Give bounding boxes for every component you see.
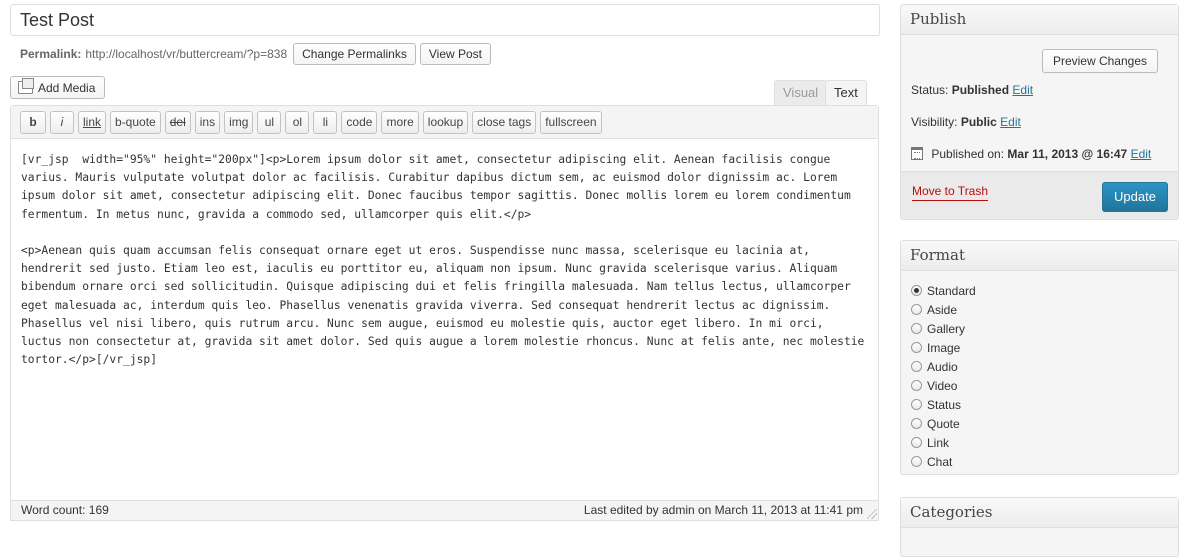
- change-permalinks-button[interactable]: Change Permalinks: [293, 43, 416, 65]
- qt-img-button[interactable]: img: [224, 110, 254, 134]
- qt-link-button[interactable]: link: [78, 110, 107, 134]
- status-edit-link[interactable]: Edit: [1012, 83, 1033, 97]
- status-label: Status:: [911, 83, 949, 97]
- qt-close-tags-button[interactable]: close tags: [472, 110, 537, 134]
- format-option-status[interactable]: Status: [911, 395, 976, 414]
- format-option-chat[interactable]: Chat: [911, 452, 976, 471]
- format-option-label: Quote: [927, 416, 960, 431]
- format-box: Format Standard Aside Gallery Image Audi…: [900, 240, 1179, 475]
- visibility-value: Public: [960, 115, 997, 129]
- format-option-video[interactable]: Video: [911, 376, 976, 395]
- categories-box-title[interactable]: Categories: [901, 498, 1178, 528]
- format-option-label: Video: [927, 378, 958, 393]
- publish-box-title[interactable]: Publish: [901, 5, 1178, 35]
- qt-ul-button[interactable]: ul: [257, 110, 282, 134]
- view-post-button[interactable]: View Post: [419, 43, 491, 65]
- format-option-label: Status: [927, 397, 962, 412]
- format-box-title[interactable]: Format: [901, 241, 1178, 271]
- published-on-label: Published on:: [931, 147, 1005, 161]
- calendar-icon: [911, 147, 923, 160]
- format-option-label: Audio: [927, 359, 958, 374]
- word-count: Word count: 169: [21, 503, 109, 517]
- visibility-edit-link[interactable]: Edit: [1000, 115, 1021, 129]
- add-media-button[interactable]: Add Media: [10, 76, 106, 99]
- published-on-edit-link[interactable]: Edit: [1131, 147, 1152, 161]
- media-icon: [18, 78, 34, 94]
- radio-icon[interactable]: [911, 361, 922, 372]
- qt-bold-button[interactable]: b: [20, 110, 46, 134]
- preview-changes-button[interactable]: Preview Changes: [1041, 49, 1158, 73]
- qt-blockquote-button[interactable]: b-quote: [110, 110, 161, 134]
- format-option-link[interactable]: Link: [911, 433, 976, 452]
- qt-ins-button[interactable]: ins: [194, 110, 221, 134]
- permalink-row: Permalink: http://localhost/vr/buttercre…: [20, 43, 491, 65]
- format-option-standard[interactable]: Standard: [911, 281, 976, 300]
- format-option-label: Image: [927, 340, 961, 355]
- post-content-textarea[interactable]: [vr_jsp width="95%" height="200px"]<p>Lo…: [21, 151, 871, 369]
- update-button[interactable]: Update: [1102, 182, 1168, 212]
- categories-box: Categories: [900, 497, 1179, 557]
- radio-icon[interactable]: [911, 456, 922, 467]
- last-edited: Last edited by admin on March 11, 2013 a…: [583, 503, 863, 517]
- editor-status-bar: Word count: 169 Last edited by admin on …: [10, 500, 879, 521]
- post-status-row: Status: Published Edit: [911, 83, 1033, 97]
- format-option-gallery[interactable]: Gallery: [911, 319, 976, 338]
- resize-handle-icon[interactable]: [867, 509, 877, 519]
- radio-icon[interactable]: [911, 342, 922, 353]
- visibility-label: Visibility:: [911, 115, 958, 129]
- published-on-value: Mar 11, 2013 @ 16:47: [1007, 147, 1128, 161]
- post-title-input[interactable]: Test Post: [10, 4, 880, 36]
- format-option-label: Chat: [927, 454, 953, 469]
- format-option-image[interactable]: Image: [911, 338, 976, 357]
- radio-icon[interactable]: [911, 437, 922, 448]
- add-media-label: Add Media: [38, 80, 96, 95]
- publish-box: Publish Preview Changes Status: Publishe…: [900, 4, 1179, 220]
- major-publishing-actions: Move to Trash Update: [901, 171, 1178, 219]
- qt-ol-button[interactable]: ol: [285, 110, 310, 134]
- radio-icon[interactable]: [911, 323, 922, 334]
- qt-italic-button[interactable]: i: [50, 110, 74, 134]
- tab-text[interactable]: Text: [825, 80, 867, 106]
- radio-icon[interactable]: [911, 399, 922, 410]
- format-option-label: Standard: [927, 283, 976, 298]
- format-option-label: Aside: [927, 302, 958, 317]
- radio-icon[interactable]: [911, 418, 922, 429]
- visibility-row: Visibility: Public Edit: [911, 115, 1021, 129]
- qt-li-button[interactable]: li: [313, 110, 338, 134]
- format-options: Standard Aside Gallery Image Audio Video…: [911, 281, 976, 471]
- post-editor: b i link b-quote del ins img ul ol li co…: [10, 105, 879, 520]
- move-to-trash-link[interactable]: Move to Trash: [912, 184, 989, 201]
- status-value: Published: [951, 83, 1010, 97]
- radio-icon[interactable]: [911, 304, 922, 315]
- tab-visual[interactable]: Visual: [774, 80, 828, 105]
- radio-icon[interactable]: [911, 380, 922, 391]
- radio-checked-icon[interactable]: [911, 285, 922, 296]
- quicktags-toolbar: b i link b-quote del ins img ul ol li co…: [11, 106, 878, 139]
- qt-del-button[interactable]: del: [164, 110, 191, 134]
- format-option-label: Link: [927, 435, 950, 450]
- published-on-row: Published on: Mar 11, 2013 @ 16:47 Edit: [911, 147, 1151, 161]
- permalink-url[interactable]: http://localhost/vr/buttercream/?p=838: [85, 47, 287, 61]
- qt-fullscreen-button[interactable]: fullscreen: [540, 110, 602, 134]
- format-option-label: Gallery: [927, 321, 966, 336]
- format-option-aside[interactable]: Aside: [911, 300, 976, 319]
- permalink-label: Permalink:: [20, 47, 82, 61]
- format-option-audio[interactable]: Audio: [911, 357, 976, 376]
- qt-code-button[interactable]: code: [341, 110, 378, 134]
- qt-lookup-button[interactable]: lookup: [422, 110, 469, 134]
- qt-more-button[interactable]: more: [381, 110, 419, 134]
- format-option-quote[interactable]: Quote: [911, 414, 976, 433]
